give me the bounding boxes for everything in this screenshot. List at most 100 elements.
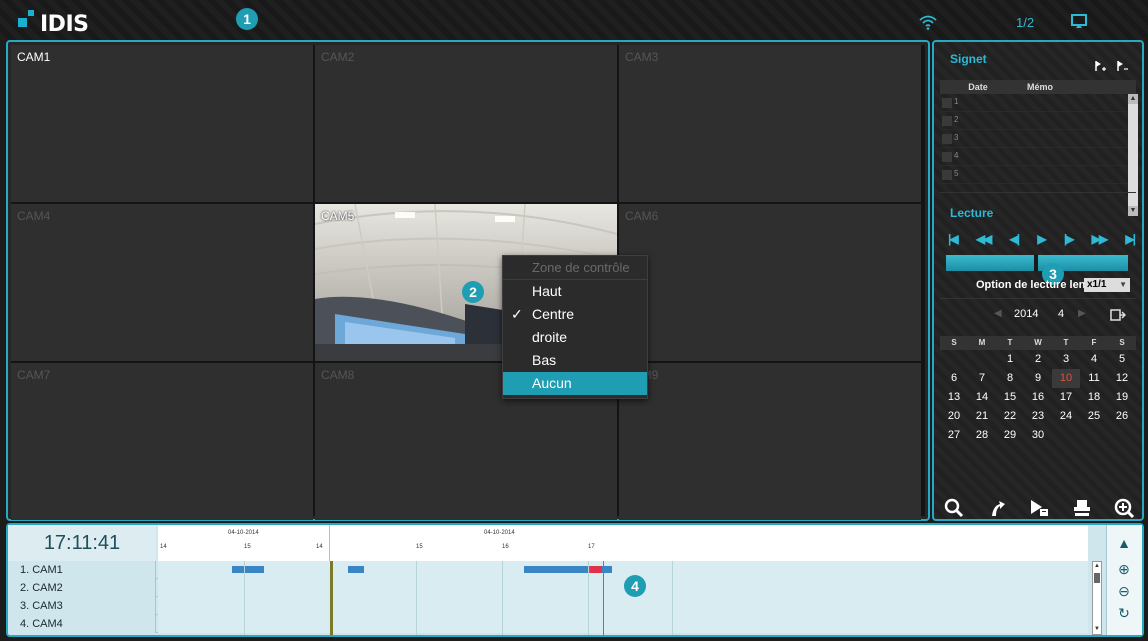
row-checkbox[interactable] xyxy=(942,116,952,126)
camera-tile-cam4[interactable]: CAM4 xyxy=(11,204,313,361)
context-menu: Zone de contrôle Haut ✓ Centre droite Bas… xyxy=(502,255,648,399)
calendar-day[interactable]: 22 xyxy=(996,407,1024,426)
refresh-icon[interactable]: ↻ xyxy=(1116,605,1132,621)
camera-label: CAM7 xyxy=(17,368,51,382)
prev-month-icon[interactable]: ◀ xyxy=(994,308,1002,319)
menu-item-haut[interactable]: Haut xyxy=(503,280,647,303)
calendar-day[interactable]: 19 xyxy=(1108,388,1136,407)
row-checkbox[interactable] xyxy=(942,98,952,108)
calendar-day[interactable]: 17 xyxy=(1052,388,1080,407)
video-clip-icon[interactable] xyxy=(1029,498,1049,518)
zoom-out-timeline-icon[interactable]: ⊖ xyxy=(1116,583,1132,599)
zoom-in-icon[interactable] xyxy=(1114,498,1134,518)
calendar-day[interactable]: 25 xyxy=(1080,407,1108,426)
camera-tile-cam7[interactable]: CAM7 xyxy=(11,363,313,520)
calendar-day[interactable]: 7 xyxy=(968,369,996,388)
add-bookmark-icon[interactable] xyxy=(1094,60,1106,72)
calendar-day[interactable]: 4 xyxy=(1080,350,1108,369)
camera-label: CAM4 xyxy=(17,209,51,223)
calendar-day[interactable]: 26 xyxy=(1108,407,1136,426)
calendar-day[interactable]: 29 xyxy=(996,426,1024,445)
camera-label: CAM1 xyxy=(17,50,51,64)
calendar-day[interactable]: 3 xyxy=(1052,350,1080,369)
bookmark-row[interactable]: 3 xyxy=(940,130,1136,148)
screen-switch-icon[interactable] xyxy=(1071,13,1087,29)
timeline-playhead[interactable] xyxy=(330,561,333,635)
ruler-hour-label: 16 xyxy=(502,544,509,550)
camera-tile-cam1[interactable]: CAM1 xyxy=(11,45,313,202)
slow-playback-label: Option de lecture lente xyxy=(976,279,1096,291)
export-arrow-icon[interactable] xyxy=(987,498,1007,518)
calendar-day[interactable]: 1 xyxy=(996,350,1024,369)
slow-playback-select[interactable]: x1/1 ▼ xyxy=(1084,278,1130,292)
fast-forward-icon[interactable]: ▶▶ xyxy=(1092,231,1109,247)
bookmark-row[interactable]: 1 xyxy=(940,94,1136,112)
ruler-date-label: 04-10-2014 xyxy=(484,530,515,536)
calendar-day[interactable]: 13 xyxy=(940,388,968,407)
calendar-day[interactable]: 15 xyxy=(996,388,1024,407)
next-month-icon[interactable]: ▶ xyxy=(1078,308,1086,319)
calendar-day[interactable]: 2 xyxy=(1024,350,1052,369)
go-to-start-icon[interactable]: |◀ xyxy=(948,231,959,247)
calendar-day[interactable]: 12 xyxy=(1108,369,1136,388)
timeline-scrollbar[interactable]: ▲ ▼ xyxy=(1092,561,1102,635)
camera-tile-cam2[interactable]: CAM2 xyxy=(315,45,617,202)
calendar-day[interactable]: 21 xyxy=(968,407,996,426)
fast-rewind-icon[interactable]: ◀◀ xyxy=(976,231,993,247)
calendar-day[interactable]: 27 xyxy=(940,426,968,445)
camera-tile-cam9[interactable]: CAM9 xyxy=(619,363,921,520)
recording-segment xyxy=(232,566,264,573)
calendar-day[interactable]: 8 xyxy=(996,369,1024,388)
menu-item-bas[interactable]: Bas xyxy=(503,349,647,372)
calendar-day[interactable]: 28 xyxy=(968,426,996,445)
bookmark-scrollbar[interactable]: ▲ ▼ xyxy=(1128,94,1138,216)
calendar-day[interactable]: 14 xyxy=(968,388,996,407)
calendar-day[interactable]: 16 xyxy=(1024,388,1052,407)
calendar-day[interactable]: 30 xyxy=(1024,426,1052,445)
calendar-day[interactable]: 18 xyxy=(1080,388,1108,407)
calendar-day[interactable]: 9 xyxy=(1024,369,1052,388)
menu-item-droite[interactable]: droite xyxy=(503,326,647,349)
row-checkbox[interactable] xyxy=(942,152,952,162)
remove-bookmark-icon[interactable] xyxy=(1116,60,1128,72)
calendar-day[interactable]: 5 xyxy=(1108,350,1136,369)
bookmark-row[interactable]: 5 xyxy=(940,166,1136,184)
logo-text: IDIS xyxy=(40,12,89,37)
bookmark-row[interactable]: 4 xyxy=(940,148,1136,166)
timeline-row-cam3[interactable]: 3. CAM3 xyxy=(8,597,1088,615)
page-indicator[interactable]: 1/2 xyxy=(1016,15,1034,30)
camera-tile-cam6[interactable]: CAM6 xyxy=(619,204,921,361)
menu-item-centre[interactable]: ✓ Centre xyxy=(503,303,647,326)
print-icon[interactable] xyxy=(1072,498,1092,518)
callout-badge-1: 1 xyxy=(236,8,258,30)
timeline-row-cam1[interactable]: 1. CAM1 xyxy=(8,561,1088,579)
bookmark-row[interactable]: 2 xyxy=(940,112,1136,130)
calendar-export-icon[interactable] xyxy=(1110,309,1126,321)
zoom-in-timeline-icon[interactable]: ⊕ xyxy=(1116,561,1132,577)
callout-badge-2: 2 xyxy=(462,281,484,303)
calendar-day[interactable]: 10 xyxy=(1052,369,1080,388)
play-icon[interactable]: ▶ xyxy=(1037,231,1046,247)
camera-tile-cam3[interactable]: CAM3 xyxy=(619,45,921,202)
calendar-day[interactable]: 24 xyxy=(1052,407,1080,426)
timeline-row-cam4[interactable]: 4. CAM4 xyxy=(8,615,1088,633)
timeline-row-cam2[interactable]: 2. CAM2 xyxy=(8,579,1088,597)
step-back-icon[interactable]: ◀| xyxy=(1010,231,1021,247)
row-checkbox[interactable] xyxy=(942,170,952,180)
search-icon[interactable] xyxy=(944,498,964,518)
menu-item-aucun[interactable]: Aucun xyxy=(503,372,647,395)
calendar-month: 4 xyxy=(1058,308,1065,320)
playback-speed-bar[interactable] xyxy=(946,255,1128,271)
calendar-day[interactable]: 11 xyxy=(1080,369,1108,388)
calendar: SMTWTFS 1 2 3 4 5 6 7 8 9 10 11 12 13 14 15 16 17 18 19 20 2… xyxy=(940,336,1136,445)
calendar-day[interactable]: 23 xyxy=(1024,407,1052,426)
playback-controls: |◀ ◀◀ ◀| ▶ |▶ ▶▶ ▶| xyxy=(948,231,1136,247)
callout-badge-4: 4 xyxy=(624,575,646,597)
timeline-ruler[interactable]: 04-10-2014 04-10-2014 14 15 14 15 16 17 xyxy=(158,525,1088,561)
calendar-day[interactable]: 6 xyxy=(940,369,968,388)
calendar-day[interactable]: 20 xyxy=(940,407,968,426)
collapse-up-icon[interactable]: ▲ xyxy=(1116,535,1132,551)
step-forward-icon[interactable]: |▶ xyxy=(1064,231,1075,247)
row-checkbox[interactable] xyxy=(942,134,952,144)
go-to-end-icon[interactable]: ▶| xyxy=(1125,231,1136,247)
